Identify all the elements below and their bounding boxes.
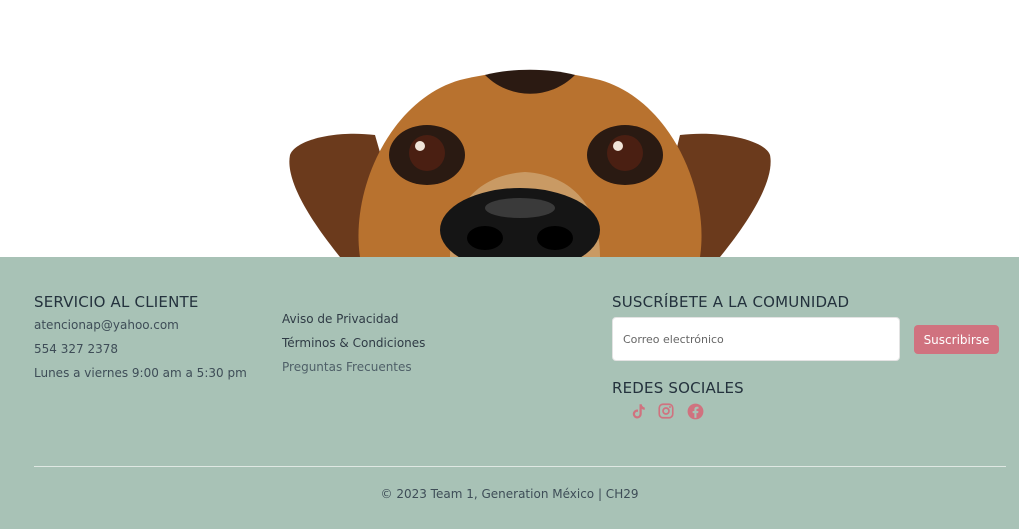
contact-email[interactable]: atencionap@yahoo.com — [34, 318, 179, 332]
contact-phone[interactable]: 554 327 2378 — [34, 342, 118, 356]
facebook-icon[interactable] — [685, 401, 705, 421]
customer-service-title: SERVICIO AL CLIENTE — [34, 293, 199, 311]
dog-image — [289, 69, 771, 257]
tiktok-icon[interactable] — [628, 401, 648, 421]
copyright-text: © 2023 Team 1, Generation México | CH29 — [380, 487, 639, 501]
faq-link[interactable]: Preguntas Frecuentes — [282, 360, 412, 374]
subscribe-button[interactable]: Suscribirse — [914, 325, 999, 354]
privacy-link[interactable]: Aviso de Privacidad — [282, 312, 398, 326]
terms-link[interactable]: Términos & Condiciones — [282, 336, 425, 350]
hero-section — [0, 0, 1019, 257]
subscribe-title: SUSCRÍBETE A LA COMUNIDAD — [612, 293, 850, 311]
email-field[interactable] — [612, 317, 900, 361]
site-footer: SERVICIO AL CLIENTE atencionap@yahoo.com… — [0, 257, 1019, 529]
instagram-icon[interactable] — [656, 401, 676, 421]
service-hours: Lunes a viernes 9:00 am a 5:30 pm — [34, 366, 247, 380]
footer-divider — [34, 466, 1006, 467]
social-title: REDES SOCIALES — [612, 379, 744, 397]
